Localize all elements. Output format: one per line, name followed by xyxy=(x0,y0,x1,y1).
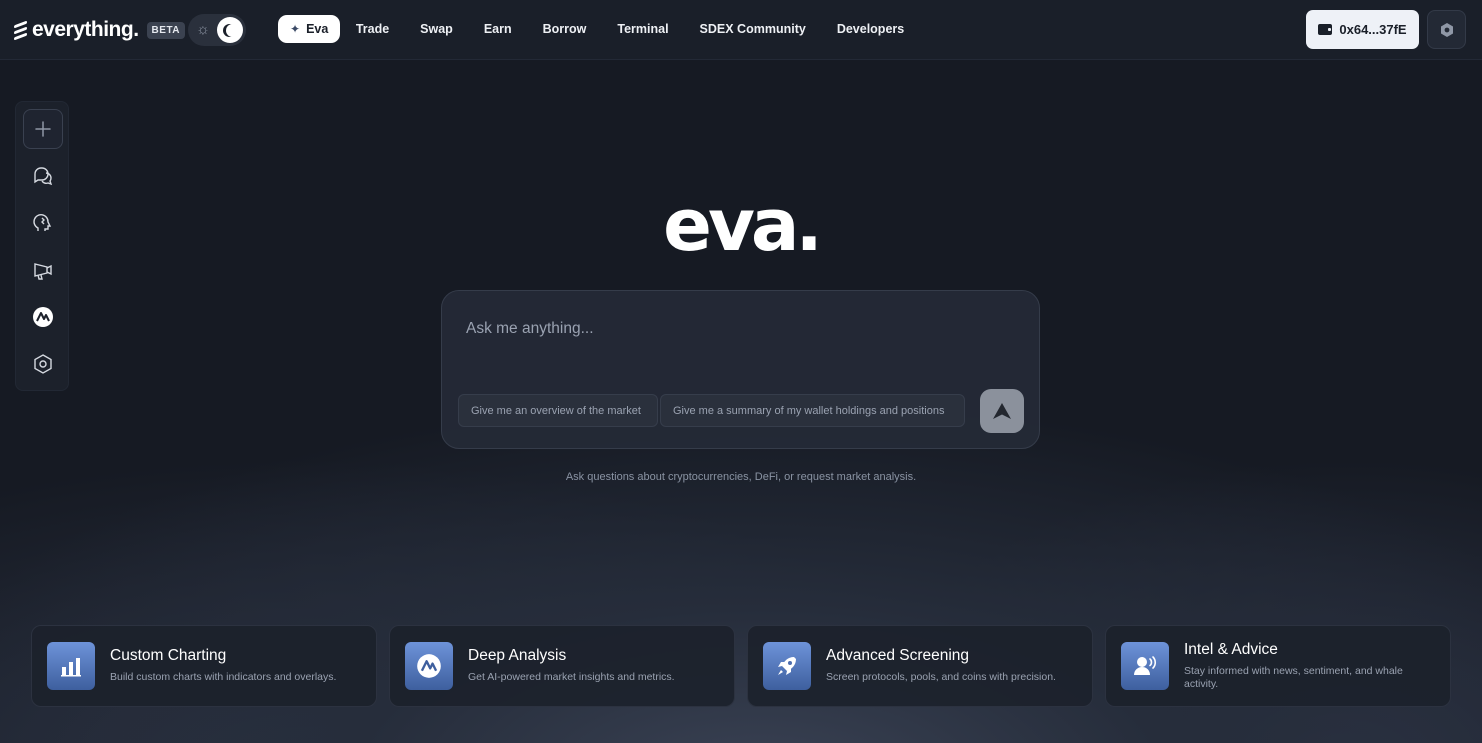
feature-title: Advanced Screening xyxy=(826,647,970,664)
logo-text: everything. xyxy=(32,18,139,41)
feature-description: Build custom charts with indicators and … xyxy=(110,671,337,683)
wallet-icon xyxy=(1318,24,1333,35)
suggestion-chip-wallet-summary[interactable]: Give me a summary of my wallet holdings … xyxy=(660,394,965,427)
feature-icon-box xyxy=(405,642,453,690)
feature-description: Get AI-powered market insights and metri… xyxy=(468,671,675,683)
beta-badge: BETA xyxy=(146,21,186,39)
feature-icon-box xyxy=(1121,642,1169,690)
sidebar-item-eva[interactable] xyxy=(23,297,63,337)
top-navbar: everything. BETA ☼ ✦ Eva Trade Swap Earn… xyxy=(0,0,1482,60)
feature-card-advanced-screening[interactable]: Advanced Screening Screen protocols, poo… xyxy=(747,625,1093,707)
hexagon-settings-icon xyxy=(1440,22,1453,37)
eva-logo-icon xyxy=(417,654,441,678)
new-chat-button[interactable] xyxy=(23,109,63,149)
sparkle-icon: ✦ xyxy=(290,22,301,36)
feature-icon-box xyxy=(47,642,95,690)
feature-description: Screen protocols, pools, and coins with … xyxy=(826,671,1056,683)
nav-item-earn[interactable]: Earn xyxy=(468,15,527,43)
suggestion-chip-market-overview[interactable]: Give me an overview of the market xyxy=(458,394,658,427)
everything-logo-icon xyxy=(14,20,28,41)
nav-item-trade[interactable]: Trade xyxy=(340,15,404,43)
prompt-input[interactable] xyxy=(466,318,1006,340)
speaker-person-icon xyxy=(1134,656,1157,675)
send-button[interactable] xyxy=(980,389,1024,433)
nav-item-label: Eva xyxy=(306,22,329,36)
eva-brand: eva. xyxy=(663,183,823,267)
nav-item-developers[interactable]: Developers xyxy=(821,15,919,43)
nav-item-eva[interactable]: ✦ Eva xyxy=(278,15,341,43)
feature-description: Stay informed with news, sentiment, and … xyxy=(1184,665,1403,690)
eva-logo-icon xyxy=(33,307,53,327)
bar-chart-icon xyxy=(61,658,81,677)
hexagon-settings-icon xyxy=(34,354,52,374)
wallet-button[interactable]: 0x64...37fE xyxy=(1306,10,1419,49)
nav-item-swap[interactable]: Swap xyxy=(405,15,469,43)
feature-title: Deep Analysis xyxy=(468,647,567,664)
feature-title: Intel & Advice xyxy=(1184,641,1278,658)
main-nav: ✦ Eva Trade Swap Earn Borrow Terminal SD… xyxy=(278,15,920,43)
theme-toggle[interactable]: ☼ xyxy=(188,14,246,46)
everything-logo[interactable]: everything. BETA xyxy=(14,18,186,42)
chat-bubbles-icon xyxy=(34,167,53,186)
feature-card-intel-advice[interactable]: Intel & Advice Stay informed with news, … xyxy=(1105,625,1451,707)
nav-item-sdex-community[interactable]: SDEX Community xyxy=(684,15,821,43)
prompt-box: Give me an overview of the market Give m… xyxy=(441,290,1040,449)
rocket-icon xyxy=(778,657,796,675)
plus-icon xyxy=(35,121,51,137)
feature-card-deep-analysis[interactable]: Deep Analysis Get AI-powered market insi… xyxy=(389,625,735,707)
send-icon xyxy=(993,403,1011,419)
feature-title: Custom Charting xyxy=(110,647,227,664)
prompt-hint: Ask questions about cryptocurrencies, De… xyxy=(565,471,917,483)
settings-button[interactable] xyxy=(1427,10,1466,49)
nav-item-borrow[interactable]: Borrow xyxy=(527,15,602,43)
nav-item-terminal[interactable]: Terminal xyxy=(602,15,684,43)
sidebar-item-settings[interactable] xyxy=(23,344,63,384)
feature-icon-box xyxy=(763,642,811,690)
moon-icon[interactable] xyxy=(217,17,243,43)
wallet-address: 0x64...37fE xyxy=(1339,22,1407,37)
feature-card-custom-charting[interactable]: Custom Charting Build custom charts with… xyxy=(31,625,377,707)
sun-icon[interactable]: ☼ xyxy=(195,22,211,38)
